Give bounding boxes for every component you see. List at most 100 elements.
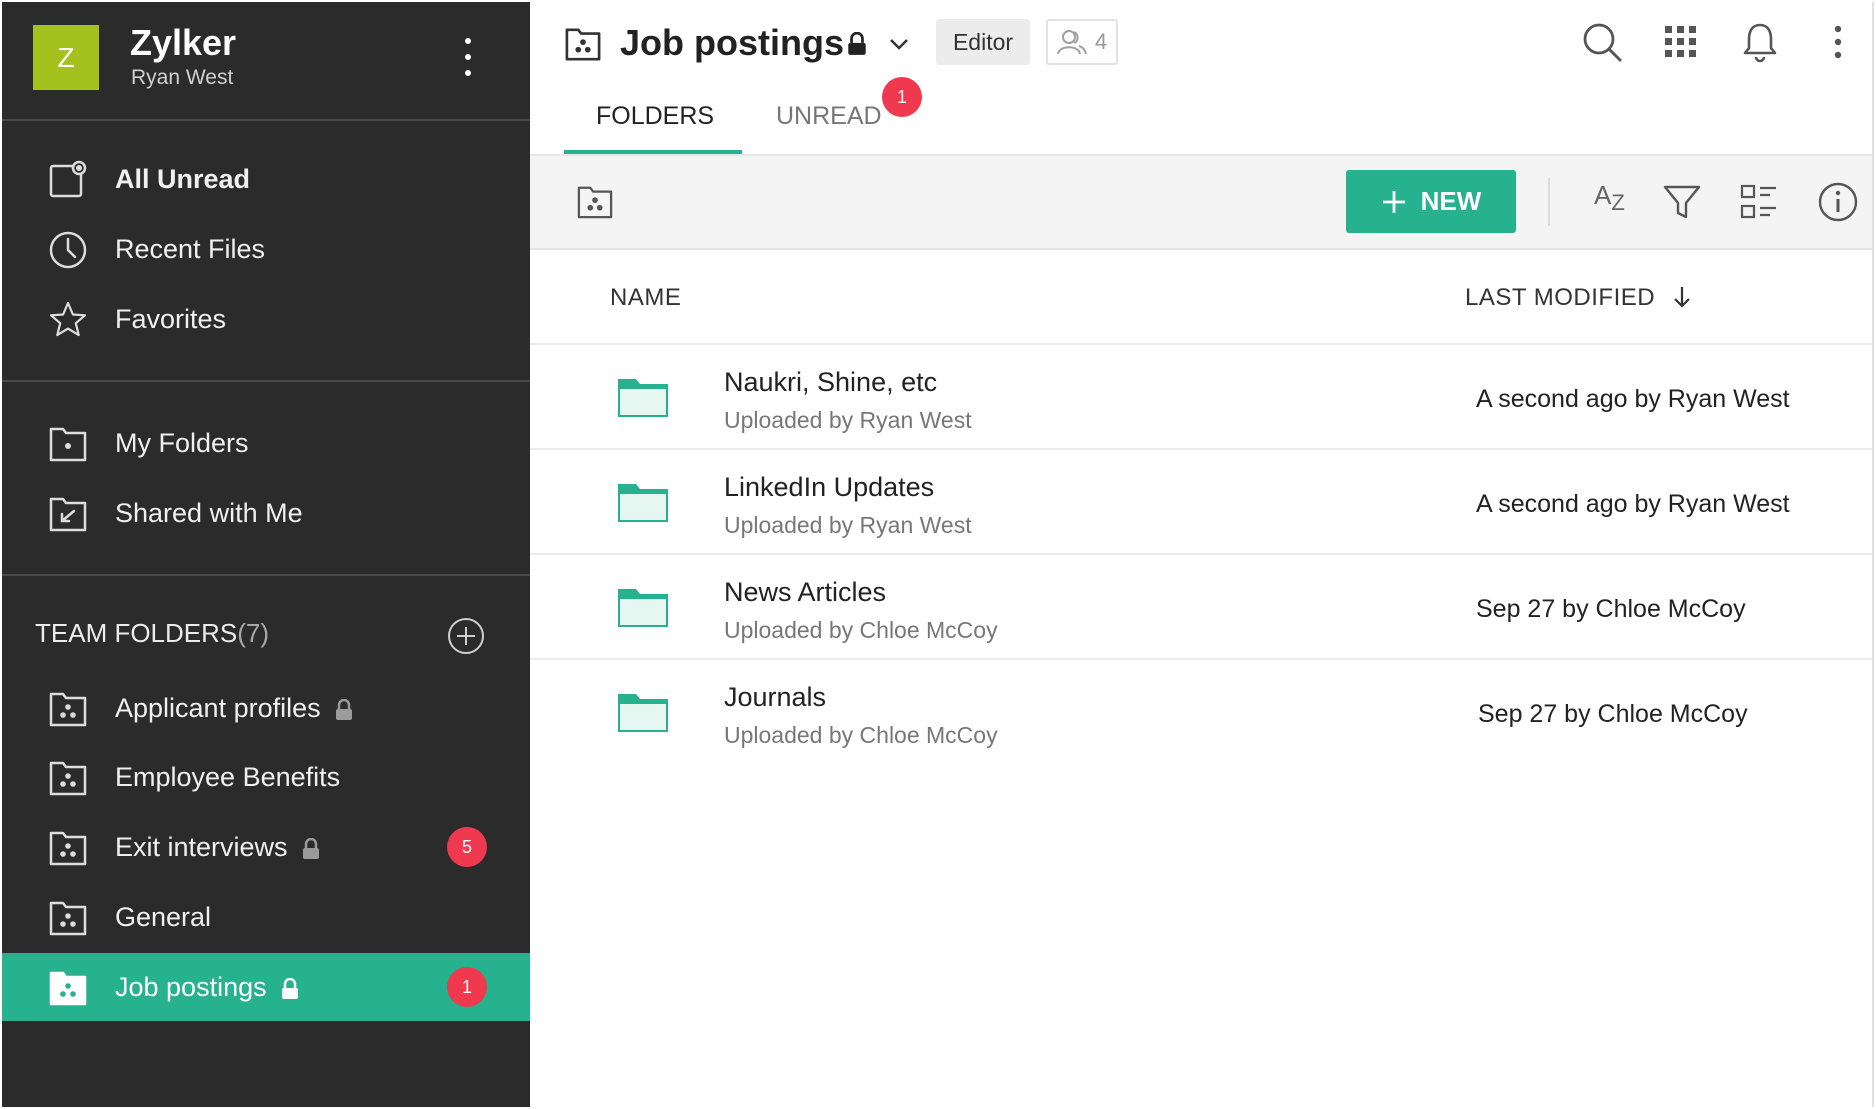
team-folders-heading: TEAM FOLDERS(7) — [35, 618, 269, 649]
file-name[interactable]: News Articles — [724, 577, 886, 608]
tab-unread[interactable]: UNREAD — [776, 102, 882, 131]
file-last-modified: A second ago by Ryan West — [1476, 385, 1790, 413]
filter-icon[interactable] — [1660, 180, 1704, 224]
lock-icon — [281, 977, 298, 999]
file-uploaded-by: Uploaded by Ryan West — [724, 407, 972, 433]
table-row[interactable]: Naukri, Shine, etc Uploaded by Ryan West… — [530, 345, 1872, 450]
team-folder-icon — [49, 901, 87, 936]
file-name[interactable]: Journals — [724, 682, 826, 713]
sidebar-item-label: My Folders — [115, 428, 249, 458]
org-name[interactable]: Zylker — [130, 22, 236, 64]
role-badge-button[interactable]: Editor — [936, 19, 1030, 65]
members-count: 4 — [1094, 29, 1108, 54]
team-folder-icon — [565, 28, 601, 61]
more-vertical-icon[interactable] — [1816, 20, 1860, 64]
org-logo[interactable]: Z — [33, 25, 99, 90]
folder-icon — [618, 484, 668, 522]
table-row[interactable]: Journals Uploaded by Chloe McCoy Sep 27 … — [530, 660, 1872, 765]
sidebar-item-label: All Unread — [115, 164, 251, 194]
file-uploaded-by: Uploaded by Chloe McCoy — [724, 722, 998, 748]
team-folder-icon — [49, 761, 87, 796]
file-uploaded-by: Uploaded by Chloe McCoy — [724, 617, 998, 643]
new-button[interactable]: NEW — [1346, 170, 1516, 233]
plus-icon — [1382, 190, 1405, 213]
sidebar-item-label: Favorites — [115, 304, 227, 334]
file-name[interactable]: LinkedIn Updates — [724, 472, 934, 503]
sidebar-item-label: Job postings — [115, 972, 299, 1003]
file-last-modified: A second ago by Ryan West — [1476, 490, 1790, 518]
sidebar-item-label: Exit interviews — [115, 832, 320, 863]
table-row[interactable]: LinkedIn Updates Uploaded by Ryan West A… — [530, 450, 1872, 555]
members-icon — [1056, 30, 1087, 55]
divider — [2, 380, 530, 382]
column-header-label: LAST MODIFIED — [1465, 284, 1656, 311]
file-uploaded-by: Uploaded by Ryan West — [724, 512, 972, 538]
unread-icon — [49, 160, 87, 198]
sidebar-item-job-postings[interactable]: Job postings 1 — [2, 953, 530, 1021]
page-title: Job postings — [620, 22, 844, 63]
more-vertical-icon[interactable] — [456, 32, 480, 82]
sidebar-item-recent-files[interactable]: Recent Files — [2, 215, 530, 283]
sidebar-item-favorites[interactable]: Favorites — [2, 285, 530, 353]
toolbar: NEW AZ — [530, 156, 1872, 250]
sidebar-item-label: Recent Files — [115, 234, 266, 264]
unread-count-badge: 1 — [447, 967, 487, 1007]
unread-tab-badge: 1 — [882, 77, 922, 117]
sidebar: Z Zylker Ryan West All Unread Recent Fil… — [2, 2, 530, 1107]
apps-grid-icon[interactable] — [1659, 20, 1703, 64]
search-icon[interactable] — [1580, 20, 1624, 64]
team-folder-icon — [49, 971, 87, 1006]
arrow-down-icon — [1674, 287, 1691, 308]
org-header: Z Zylker Ryan West — [2, 2, 530, 119]
info-icon[interactable] — [1816, 180, 1860, 224]
new-button-label: NEW — [1420, 186, 1482, 216]
sort-az-a: A — [1594, 180, 1612, 210]
my-folder-icon — [49, 427, 87, 462]
file-last-modified: Sep 27 by Chloe McCoy — [1476, 595, 1746, 623]
org-user-name: Ryan West — [131, 66, 234, 89]
sidebar-item-applicant-profiles[interactable]: Applicant profiles — [2, 674, 530, 742]
unread-count-badge: 5 — [447, 827, 487, 867]
sidebar-item-label: Shared with Me — [115, 498, 303, 528]
sidebar-item-my-folders[interactable]: My Folders — [2, 409, 530, 477]
sidebar-item-exit-interviews[interactable]: Exit interviews 5 — [2, 813, 530, 881]
divider — [2, 574, 530, 576]
lock-icon — [848, 32, 866, 55]
folder-icon — [618, 694, 668, 732]
sidebar-item-employee-benefits[interactable]: Employee Benefits — [2, 743, 530, 811]
lock-icon — [302, 837, 319, 859]
column-header-name[interactable]: NAME — [610, 284, 681, 312]
table-row[interactable]: News Articles Uploaded by Chloe McCoy Se… — [530, 555, 1872, 660]
sidebar-item-text: Exit interviews — [115, 832, 288, 862]
sort-az-z: Z — [1611, 190, 1625, 216]
chevron-down-icon[interactable] — [888, 36, 910, 52]
folder-icon — [618, 379, 668, 417]
folder-icon — [618, 589, 668, 627]
members-button[interactable]: 4 — [1046, 19, 1118, 65]
column-header-last-modified[interactable]: LAST MODIFIED — [1465, 284, 1692, 312]
sidebar-item-shared-with-me[interactable]: Shared with Me — [2, 479, 530, 547]
add-circle-icon[interactable] — [446, 616, 486, 656]
star-icon — [49, 301, 87, 337]
divider — [1548, 178, 1550, 226]
team-folders-count: (7) — [237, 618, 270, 648]
team-folders-title: TEAM FOLDERS — [35, 618, 238, 648]
lock-icon — [335, 698, 352, 720]
sidebar-item-label: Applicant profiles — [115, 693, 353, 724]
view-list-icon[interactable] — [1738, 180, 1782, 224]
sidebar-item-all-unread[interactable]: All Unread — [2, 145, 530, 213]
bell-icon[interactable] — [1738, 20, 1782, 64]
team-folder-icon — [49, 831, 87, 866]
divider — [2, 119, 530, 121]
clock-icon — [49, 231, 87, 269]
team-folder-icon[interactable] — [576, 184, 614, 220]
tab-folders[interactable]: FOLDERS — [596, 102, 714, 131]
file-name[interactable]: Naukri, Shine, etc — [724, 367, 937, 398]
main-panel: Job postings Editor 4 FOLDERS UNREAD 1 N… — [530, 2, 1874, 1107]
sort-az-icon[interactable]: AZ — [1594, 180, 1638, 224]
sidebar-item-general[interactable]: General — [2, 883, 530, 951]
sidebar-item-text: Job postings — [115, 972, 267, 1002]
sidebar-item-label: Employee Benefits — [115, 762, 341, 792]
file-last-modified: Sep 27 by Chloe McCoy — [1478, 700, 1748, 728]
team-folder-icon — [49, 692, 87, 727]
